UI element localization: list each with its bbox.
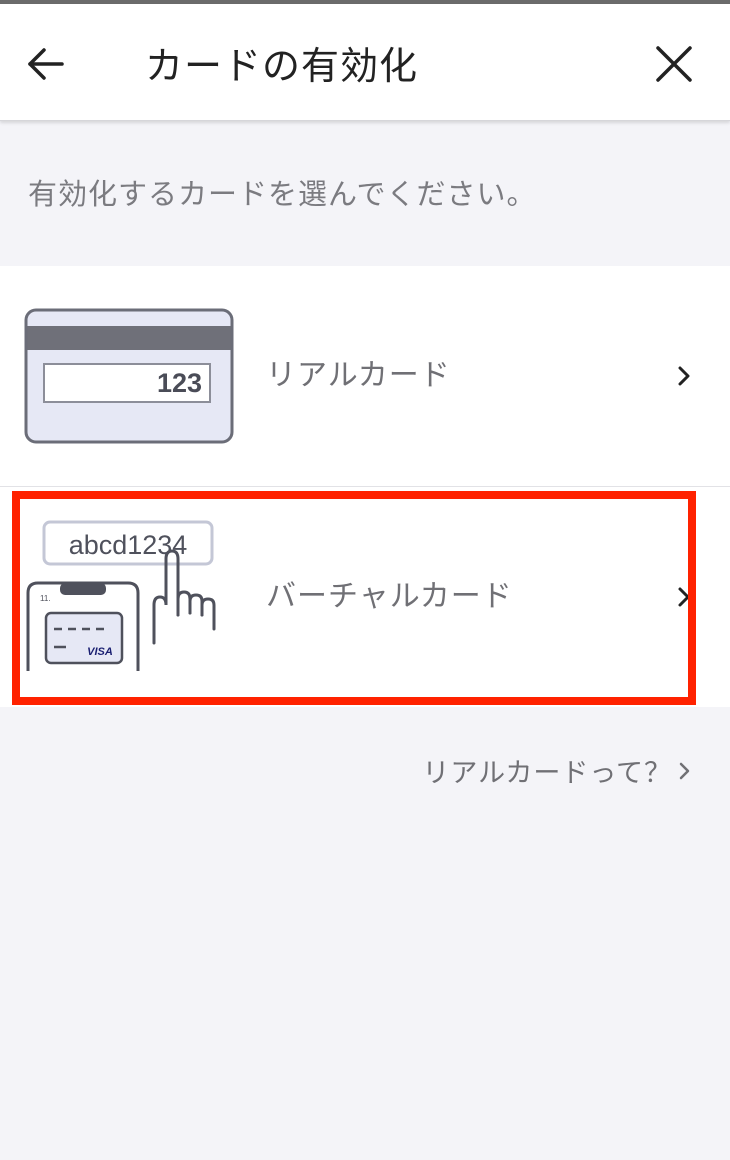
close-button[interactable] xyxy=(650,40,698,88)
virtual-card-phone-icon: abcd1234 11. VISA xyxy=(24,517,240,681)
card-number-text: 123 xyxy=(157,368,202,398)
virtual-card-option[interactable]: abcd1234 11. VISA バーチャルカード xyxy=(0,487,730,707)
instruction-text: 有効化するカードを選んでください。 xyxy=(28,177,537,211)
help-link-label: リアルカードって？ xyxy=(422,758,672,789)
page-title: カードの有効化 xyxy=(145,44,419,88)
card-type-list: 123 リアルカード abcd1234 11. VISA バーチャルカード xyxy=(0,266,730,707)
svg-text:11.: 11. xyxy=(40,594,51,603)
real-card-option[interactable]: 123 リアルカード xyxy=(0,266,730,487)
close-icon xyxy=(656,46,692,82)
chevron-right-icon xyxy=(678,752,692,796)
visa-text: VISA xyxy=(87,646,113,658)
chevron-right-icon xyxy=(672,362,696,394)
arrow-left-icon xyxy=(28,48,64,80)
back-button[interactable] xyxy=(22,40,70,88)
header: カードの有効化 xyxy=(0,4,730,121)
physical-card-icon: 123 xyxy=(24,308,234,448)
code-text: abcd1234 xyxy=(69,530,188,560)
real-card-label: リアルカード xyxy=(266,358,451,393)
what-is-real-card-link[interactable]: リアルカードって？ xyxy=(422,752,692,796)
chevron-right-icon xyxy=(672,583,696,615)
virtual-card-label: バーチャルカード xyxy=(266,579,513,614)
